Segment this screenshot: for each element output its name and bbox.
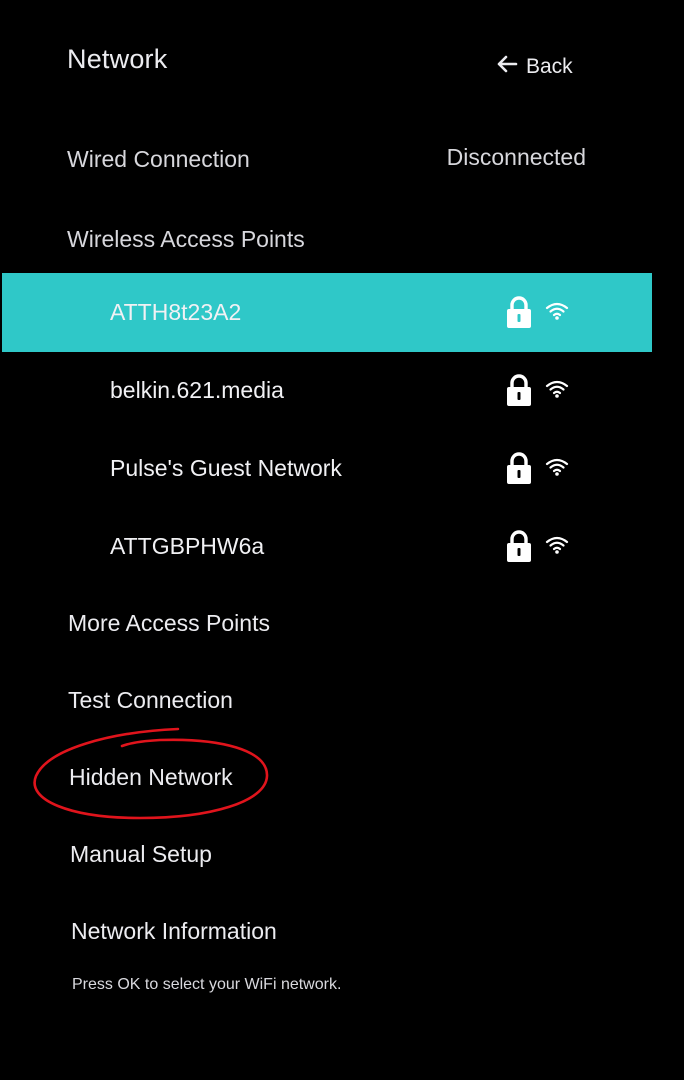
lock-icon	[507, 296, 531, 328]
help-hint: Press OK to select your WiFi network.	[72, 976, 342, 993]
lock-icon	[507, 374, 531, 406]
more-access-points-item[interactable]: More Access Points	[68, 610, 270, 637]
manual-setup-item[interactable]: Manual Setup	[70, 841, 212, 868]
wifi-icon	[545, 302, 569, 320]
access-point-item[interactable]: Pulse's Guest Network	[0, 429, 684, 508]
access-point-name: Pulse's Guest Network	[110, 455, 342, 481]
back-button[interactable]: Back	[496, 54, 573, 80]
test-connection-item[interactable]: Test Connection	[68, 687, 233, 714]
wireless-access-points-heading: Wireless Access Points	[67, 226, 305, 252]
red-circle-annotation	[33, 727, 269, 820]
back-label: Back	[526, 55, 573, 78]
access-point-item[interactable]: belkin.621.media	[0, 351, 684, 430]
access-point-item[interactable]: ATTGBPHW6a	[0, 507, 684, 586]
lock-icon	[507, 530, 531, 562]
wired-connection-label: Wired Connection	[67, 146, 250, 172]
wifi-icon	[545, 536, 569, 554]
wifi-icon	[545, 458, 569, 476]
access-point-name: belkin.621.media	[110, 377, 284, 403]
page-title: Network	[67, 44, 168, 74]
access-point-item[interactable]: ATTH8t23A2	[2, 273, 652, 352]
network-information-item[interactable]: Network Information	[71, 918, 277, 945]
access-point-name: ATTH8t23A2	[110, 299, 242, 325]
access-point-name: ATTGBPHW6a	[110, 533, 265, 559]
lock-icon	[507, 452, 531, 484]
wired-connection-status: Disconnected	[446, 144, 586, 170]
arrow-left-icon	[496, 54, 518, 80]
wifi-icon	[545, 380, 569, 398]
